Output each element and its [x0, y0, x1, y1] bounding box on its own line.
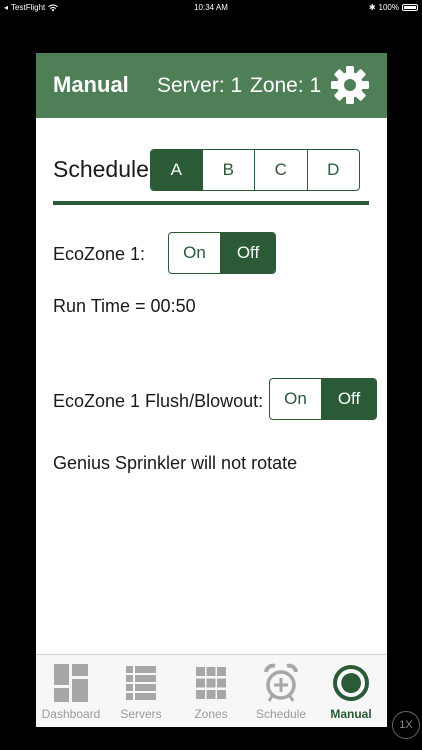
alarm-clock-icon [264, 663, 298, 702]
battery-icon [402, 4, 418, 11]
nav-header: Manual Server: 1 Zone: 1 [36, 53, 387, 118]
ecozone-off-option[interactable]: Off [221, 233, 275, 273]
ecozone-toggle: On Off [168, 232, 276, 274]
bluetooth-icon: ✱ [368, 3, 376, 12]
tab-label: Manual [330, 707, 372, 721]
tab-zones[interactable]: Zones [176, 655, 246, 727]
schedule-option-d[interactable]: D [308, 150, 360, 190]
zones-icon [196, 667, 226, 699]
schedule-label: Schedule [53, 156, 149, 182]
dashboard-icon [54, 664, 88, 702]
schedule-option-c[interactable]: C [255, 150, 308, 190]
zoom-badge[interactable]: 1X [392, 711, 420, 739]
manual-icon [333, 665, 369, 701]
schedule-option-b[interactable]: B [203, 150, 255, 190]
clock: 10:34 AM [194, 3, 228, 12]
tab-manual[interactable]: Manual [316, 655, 386, 727]
gear-icon[interactable] [330, 63, 370, 107]
tab-label: Dashboard [41, 707, 101, 721]
app-screen: Manual Server: 1 Zone: 1 Schedule A B C … [36, 53, 387, 727]
schedule-option-a[interactable]: A [151, 150, 203, 190]
flush-on-option[interactable]: On [270, 379, 323, 419]
tab-label: Servers [120, 707, 162, 721]
battery-percent: 100% [378, 3, 399, 12]
rotation-message: Genius Sprinkler will not rotate [53, 453, 298, 473]
schedule-divider [53, 201, 369, 205]
status-bar: ◂ TestFlight 10:34 AM ✱ 100% [0, 0, 422, 16]
flush-off-option[interactable]: Off [322, 379, 376, 419]
tab-bar: Dashboard Servers Zones Schedule Manual [36, 654, 387, 727]
tab-servers[interactable]: Servers [106, 655, 176, 727]
ecozone-on-option[interactable]: On [169, 233, 222, 273]
tab-dashboard[interactable]: Dashboard [36, 655, 106, 727]
schedule-segmented-control: A B C D [150, 149, 360, 191]
page-title: Manual [53, 72, 129, 97]
tab-label: Zones [194, 707, 228, 721]
run-time-label: Run Time = 00:50 [53, 296, 196, 316]
flush-label: EcoZone 1 Flush/Blowout: [53, 391, 264, 411]
tab-label: Schedule [255, 707, 307, 721]
ecozone-label: EcoZone 1: [53, 244, 146, 264]
zone-indicator: Zone: 1 [250, 74, 322, 97]
tab-schedule[interactable]: Schedule [246, 655, 316, 727]
servers-icon [126, 666, 156, 700]
server-indicator: Server: 1 [157, 74, 243, 97]
flush-toggle: On Off [269, 378, 377, 420]
